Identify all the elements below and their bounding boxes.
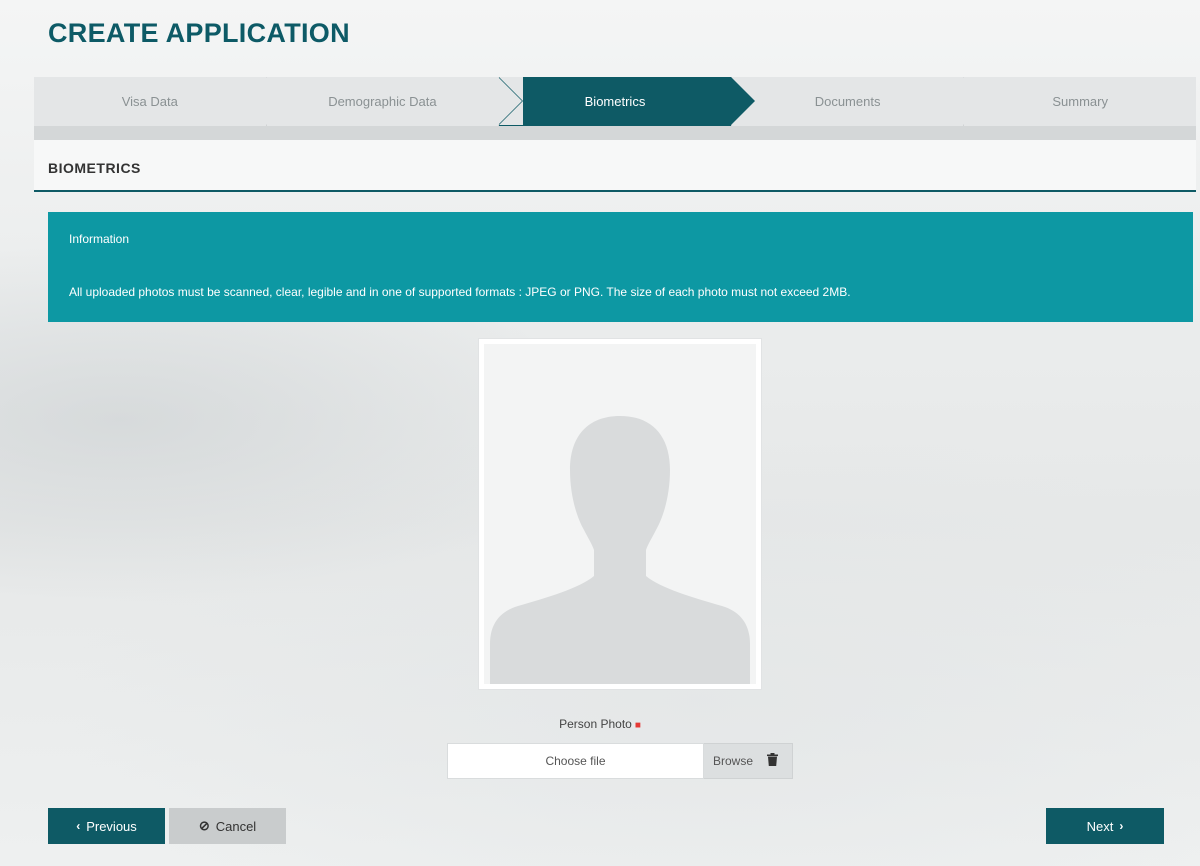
- next-label: Next: [1086, 818, 1114, 834]
- information-text: All uploaded photos must be scanned, cle…: [69, 285, 851, 299]
- step-summary[interactable]: Summary: [964, 77, 1196, 126]
- step-label: Demographic Data: [328, 94, 437, 109]
- cancel-button[interactable]: ⊘ Cancel: [169, 808, 286, 844]
- trash-icon[interactable]: [767, 753, 779, 769]
- information-title: Information: [69, 232, 130, 246]
- step-label: Biometrics: [584, 94, 646, 109]
- person-silhouette-icon: [490, 416, 750, 684]
- information-panel: Information All uploaded photos must be …: [48, 212, 1193, 322]
- person-photo-label: Person Photo ■: [0, 717, 1200, 731]
- cancel-label: Cancel: [215, 818, 257, 834]
- wizard-stepper: Visa Data Demographic Data Biometrics Do…: [34, 77, 1196, 140]
- required-marker: ■: [634, 720, 641, 731]
- page-title: CREATE APPLICATION: [48, 18, 350, 48]
- step-label: Summary: [1052, 94, 1108, 109]
- step-biometrics[interactable]: Biometrics: [499, 77, 755, 126]
- chevron-left-icon: ‹: [76, 819, 81, 833]
- step-visa-data[interactable]: Visa Data: [34, 77, 290, 126]
- step-arrow: [498, 77, 523, 125]
- browse-button[interactable]: Browse: [704, 743, 793, 779]
- file-input[interactable]: Choose file: [447, 743, 704, 779]
- step-arrow: [265, 77, 290, 125]
- step-demographic-data[interactable]: Demographic Data: [266, 77, 523, 126]
- previous-button[interactable]: ‹ Previous: [48, 808, 165, 844]
- person-photo-label-text: Person Photo: [559, 717, 632, 731]
- browse-label: Browse: [713, 754, 754, 768]
- chevron-right-icon: ›: [1119, 819, 1124, 833]
- photo-preview: [478, 338, 762, 690]
- next-button[interactable]: Next ›: [1046, 808, 1164, 844]
- step-label: Documents: [814, 94, 881, 109]
- step-arrow: [730, 77, 755, 125]
- step-arrow: [963, 77, 988, 125]
- file-upload: Choose file Browse: [447, 743, 793, 779]
- file-input-placeholder: Choose file: [545, 754, 606, 768]
- section-header: BIOMETRICS: [34, 140, 1196, 192]
- step-documents[interactable]: Documents: [731, 77, 988, 126]
- previous-label: Previous: [86, 818, 137, 834]
- ban-icon: ⊘: [198, 818, 210, 833]
- step-label: Visa Data: [121, 94, 178, 109]
- section-title: BIOMETRICS: [48, 160, 141, 176]
- photo-placeholder: [484, 344, 756, 684]
